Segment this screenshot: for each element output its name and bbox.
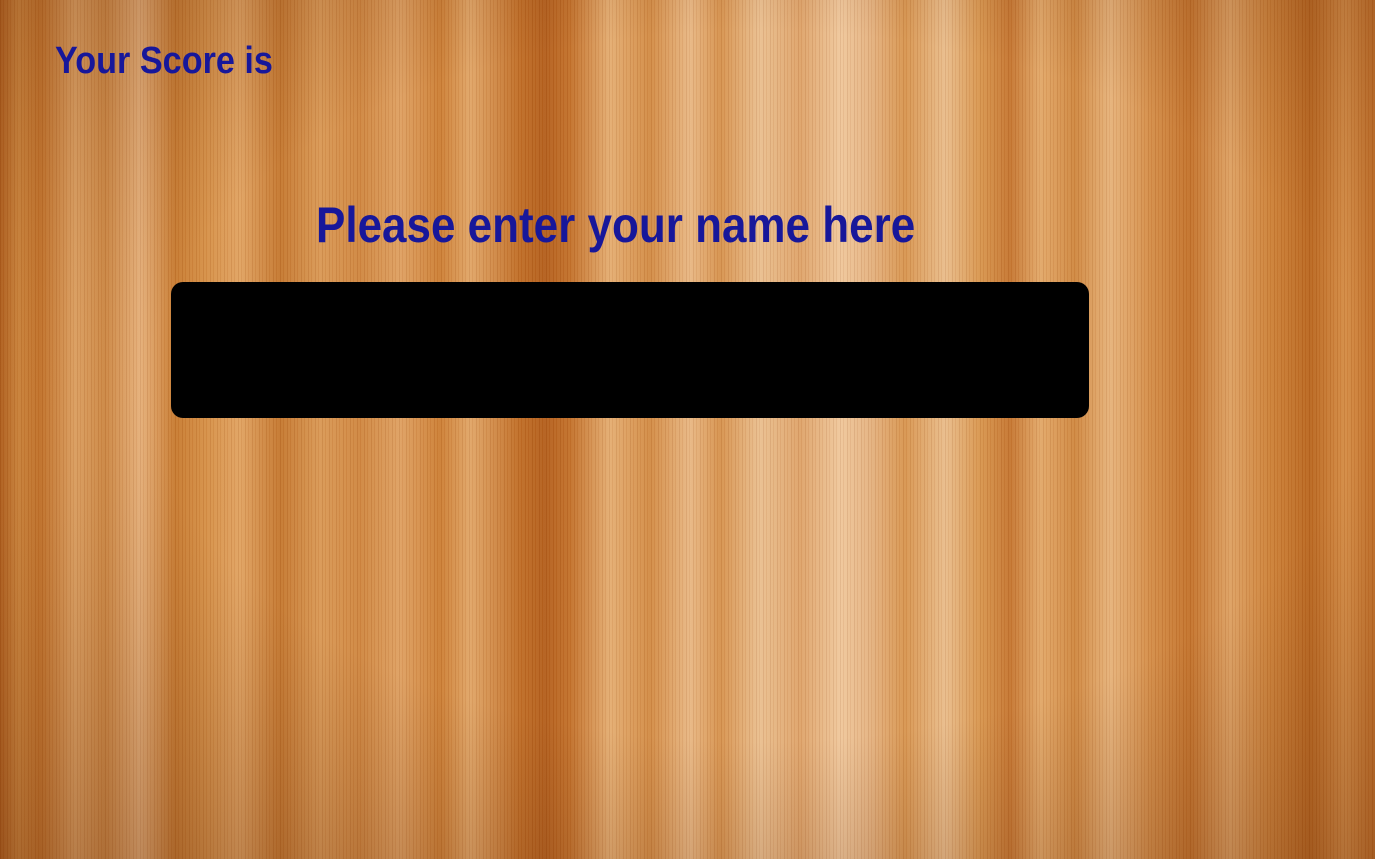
wood-background: [0, 0, 1375, 859]
score-label: Your Score is: [55, 40, 273, 82]
name-input[interactable]: [171, 282, 1089, 418]
name-prompt: Please enter your name here: [316, 197, 916, 253]
